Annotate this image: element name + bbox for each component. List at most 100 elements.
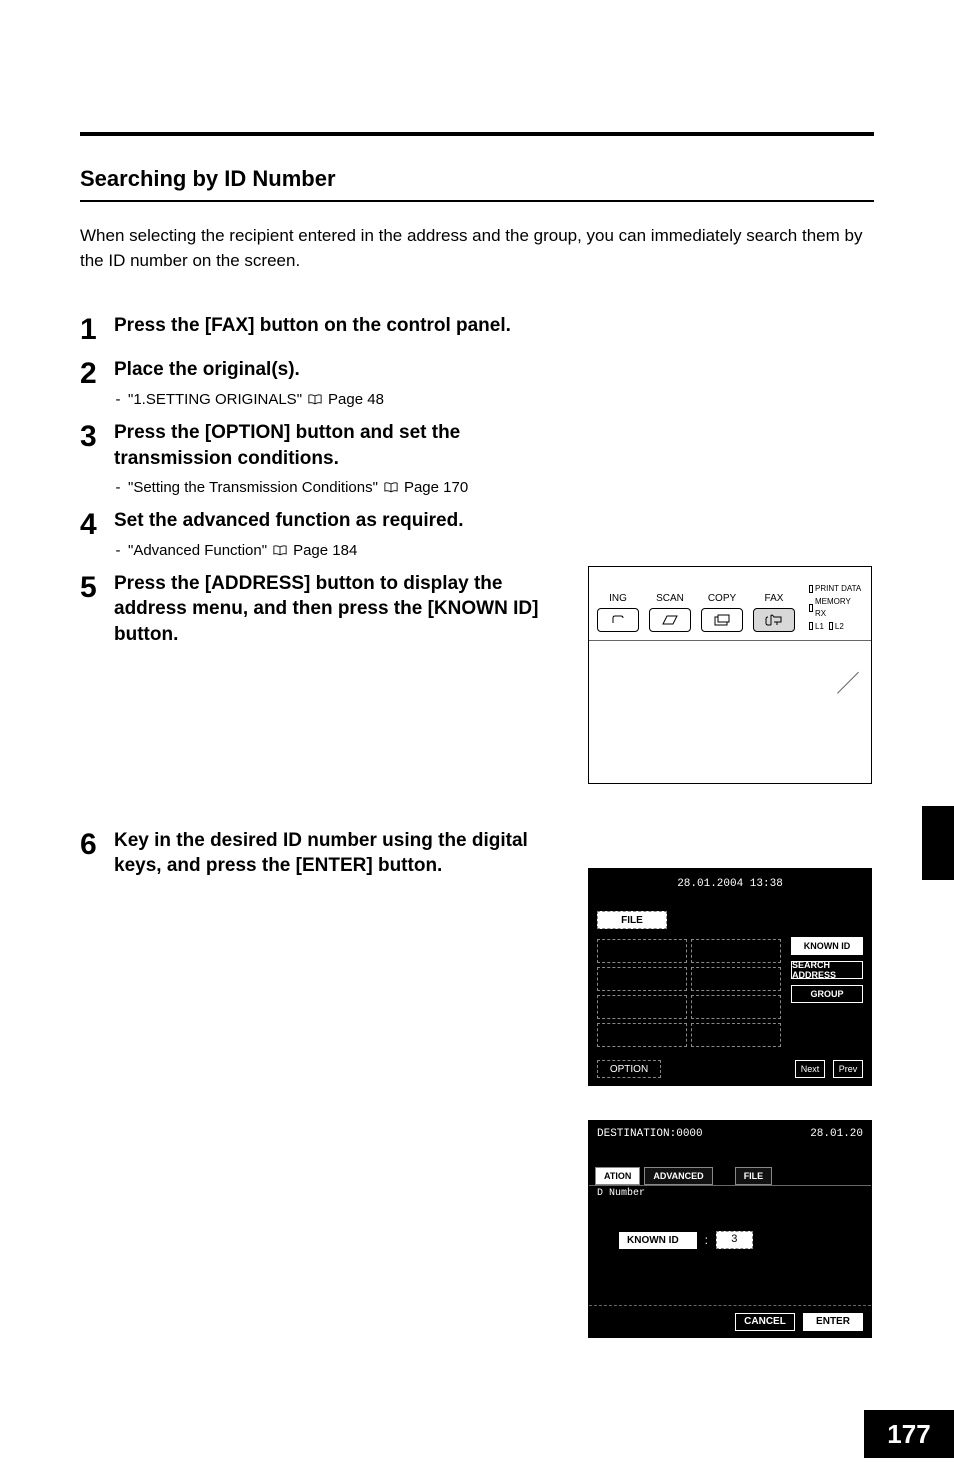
subtitle: D Number: [589, 1185, 871, 1201]
indicator-label: L1: [815, 621, 824, 632]
panel-label: FAX: [765, 593, 784, 604]
clip-icon: [611, 615, 625, 625]
step-title: Set the advanced function as required.: [114, 508, 550, 534]
top-rule: [80, 132, 874, 136]
known-id-label: KNOWN ID: [619, 1232, 697, 1249]
screen-body: FILE KNOWN ID SEARCH ADDRESS GROUP: [589, 899, 871, 1053]
step-2: 2 Place the original(s). - "1.SETTING OR…: [80, 357, 550, 408]
panel-button-row: ING SCAN COPY FAX: [589, 567, 871, 641]
panel-label: ING: [609, 593, 627, 604]
screen-timestamp: 28.01.2004 13:38: [589, 869, 871, 899]
grid-cell: [597, 1023, 687, 1047]
panel-key: [597, 608, 639, 632]
book-open-icon: [384, 482, 398, 493]
indicator-label: L2: [835, 621, 844, 632]
book-open-icon: [308, 394, 322, 405]
tab-row: ATION ADVANCED FILE: [589, 1147, 871, 1185]
step-title: Press the [ADDRESS] button to display th…: [114, 571, 550, 648]
section-heading: Searching by ID Number: [80, 166, 874, 192]
colon: :: [705, 1233, 708, 1247]
cross-reference: - "Advanced Function" Page 184: [114, 542, 550, 559]
fax-icon: [765, 613, 783, 627]
step-number: 1: [80, 315, 114, 345]
step-number: 3: [80, 422, 114, 452]
step-title: Place the original(s).: [114, 357, 550, 383]
panel-copy-button: COPY: [701, 593, 743, 632]
grid-cell: [691, 995, 781, 1019]
page-ref: Page 170: [404, 479, 468, 496]
led-icon: [809, 622, 813, 630]
step-title: Key in the desired ID number using the d…: [114, 828, 550, 879]
panel-label: COPY: [708, 593, 736, 604]
panel-key: [649, 608, 691, 632]
ref-text: "Setting the Transmission Conditions": [128, 479, 378, 496]
screen-footer: OPTION Next Prev: [589, 1053, 871, 1085]
panel-ing-button: ING: [597, 593, 639, 632]
grid-cell: [691, 939, 781, 963]
known-id-row: KNOWN ID : 3: [619, 1231, 871, 1249]
panel-key: [753, 608, 795, 632]
scan-icon: [661, 614, 679, 626]
step-6: 6 Key in the desired ID number using the…: [80, 828, 550, 879]
bullet: -: [114, 542, 122, 559]
known-id-value: 3: [716, 1231, 753, 1249]
page: Searching by ID Number When selecting th…: [0, 132, 954, 1480]
step-number: 6: [80, 830, 114, 860]
option-button: OPTION: [597, 1060, 661, 1078]
grid-cell: [597, 967, 687, 991]
intro-paragraph: When selecting the recipient entered in …: [80, 224, 874, 273]
file-tab: FILE: [735, 1167, 773, 1185]
prev-button: Prev: [833, 1060, 863, 1078]
ref-text: "1.SETTING ORIGINALS": [128, 391, 302, 408]
grid-cell: [691, 1023, 781, 1047]
diagonal-line: [837, 667, 863, 693]
grid-cell: [597, 995, 687, 1019]
side-buttons: KNOWN ID SEARCH ADDRESS GROUP: [791, 937, 863, 1003]
page-number: 177: [864, 1410, 954, 1458]
copy-icon: [714, 614, 730, 626]
figure-known-id-screen: DESTINATION:0000 28.01.20 ATION ADVANCED…: [588, 1120, 872, 1338]
step-number: 4: [80, 510, 114, 540]
indicator-label: PRINT DATA: [815, 583, 861, 594]
screen-header: DESTINATION:0000 28.01.20: [589, 1121, 871, 1147]
led-icon: [809, 585, 813, 593]
enter-button: ENTER: [803, 1313, 863, 1331]
grid-cell: [691, 967, 781, 991]
figure-address-menu-screen: 28.01.2004 13:38 FILE KNOWN ID SEARCH AD…: [588, 868, 872, 1086]
led-icon: [829, 622, 833, 630]
step-number: 2: [80, 359, 114, 389]
page-edge-tab: [922, 806, 954, 880]
cross-reference: - "1.SETTING ORIGINALS" Page 48: [114, 391, 550, 408]
bullet: -: [114, 391, 122, 408]
group-button: GROUP: [791, 985, 863, 1003]
address-grid: [597, 939, 781, 1047]
advanced-tab: ADVANCED: [644, 1167, 712, 1185]
page-ref: Page 184: [293, 542, 357, 559]
screen-footer: CANCEL ENTER: [589, 1305, 871, 1337]
cancel-button: CANCEL: [735, 1313, 795, 1331]
destination-label: DESTINATION:0000: [597, 1121, 703, 1147]
header-date: 28.01.20: [810, 1121, 863, 1147]
panel-key: [701, 608, 743, 632]
step-title: Press the [OPTION] button and set the tr…: [114, 420, 550, 471]
panel-indicators: PRINT DATA MEMORY RX L1 L2: [809, 583, 863, 632]
led-icon: [809, 604, 813, 612]
ref-text: "Advanced Function": [128, 542, 267, 559]
panel-label: SCAN: [656, 593, 684, 604]
step-number: 5: [80, 573, 114, 603]
panel-scan-button: SCAN: [649, 593, 691, 632]
page-ref: Page 48: [328, 391, 384, 408]
step-1: 1 Press the [FAX] button on the control …: [80, 313, 550, 345]
bullet: -: [114, 479, 122, 496]
step-title: Press the [FAX] button on the control pa…: [114, 313, 550, 339]
search-address-button: SEARCH ADDRESS: [791, 961, 863, 979]
panel-fax-button: FAX: [753, 593, 795, 632]
step-5: 5 Press the [ADDRESS] button to display …: [80, 571, 550, 648]
step-3: 3 Press the [OPTION] button and set the …: [80, 420, 550, 496]
ation-tab: ATION: [595, 1167, 640, 1185]
grid-cell: [597, 939, 687, 963]
heading-rule: [80, 200, 874, 202]
cross-reference: - "Setting the Transmission Conditions" …: [114, 479, 550, 496]
figure-control-panel: ING SCAN COPY FAX: [588, 566, 872, 784]
next-button: Next: [795, 1060, 825, 1078]
